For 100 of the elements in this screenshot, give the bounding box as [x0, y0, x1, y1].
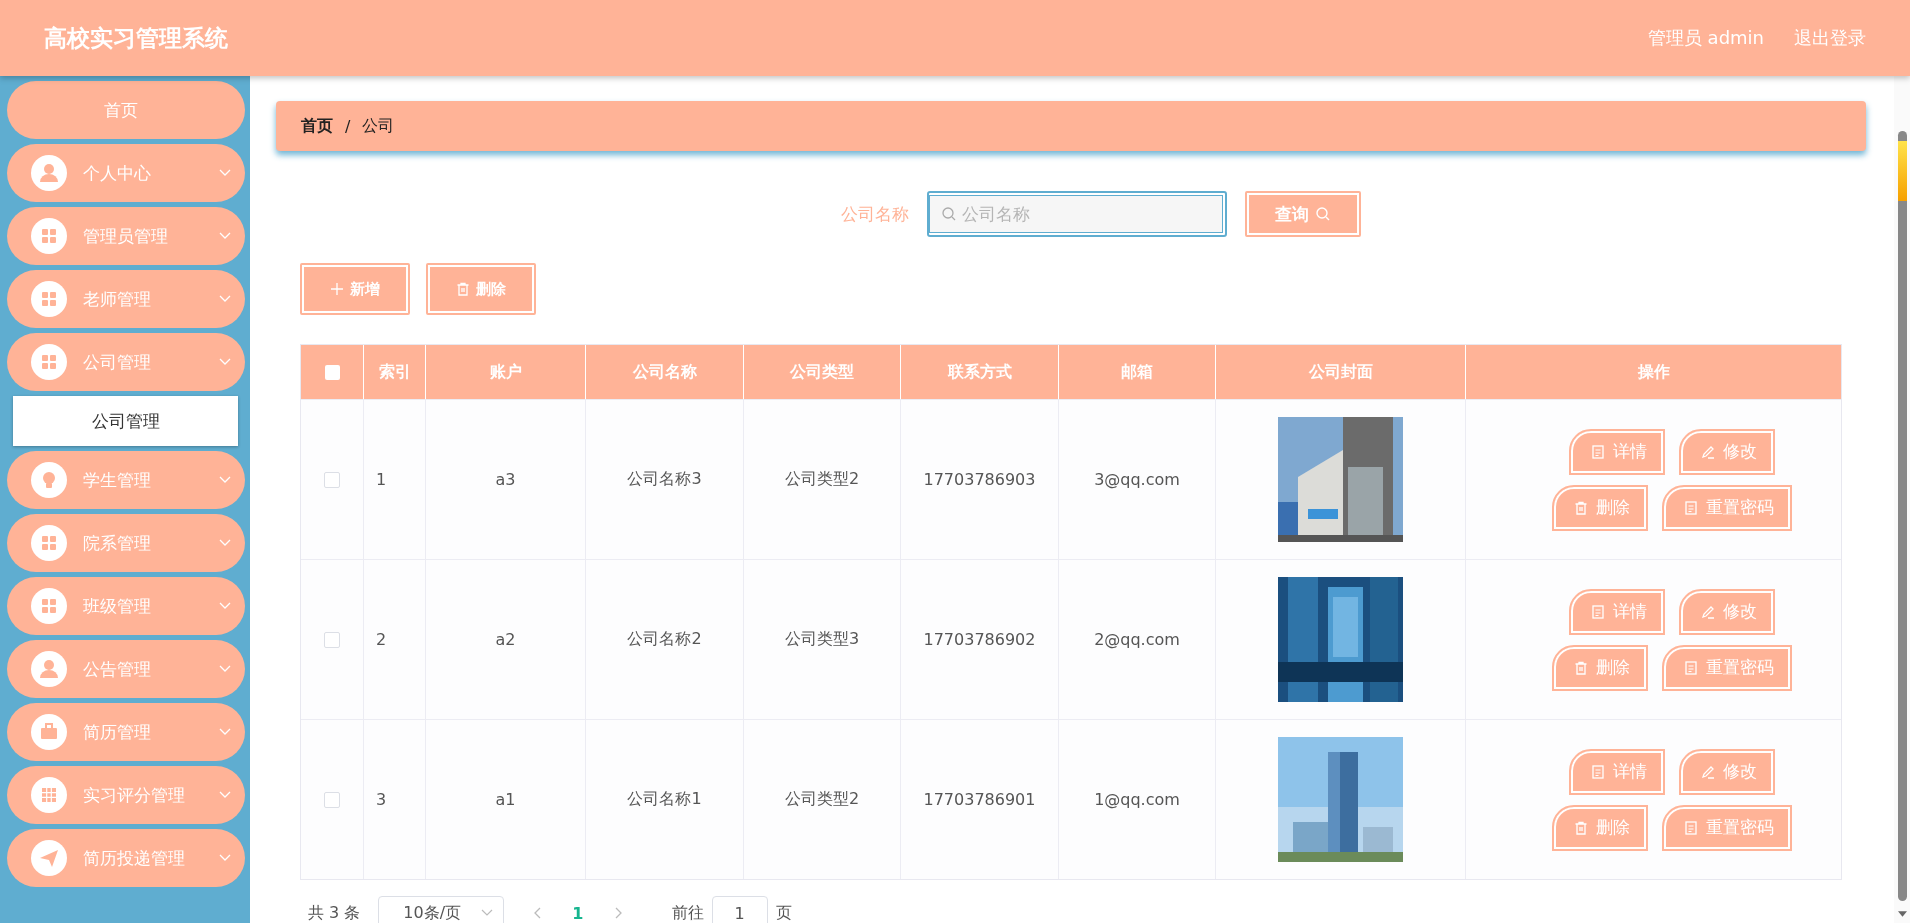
- person-icon: [31, 651, 67, 687]
- pencil-icon: [1700, 764, 1715, 779]
- table-cell: 公司名称3: [586, 400, 744, 559]
- table-cell: 17703786903: [901, 400, 1059, 559]
- breadcrumb-item[interactable]: 首页: [301, 115, 333, 137]
- sidebar-item[interactable]: 首页: [7, 81, 245, 139]
- column-header: 联系方式: [901, 345, 1059, 399]
- document-icon: [1683, 660, 1698, 675]
- grid-icon: [31, 281, 67, 317]
- trash-icon: [1573, 820, 1588, 835]
- app-title: 高校实习管理系统: [44, 23, 228, 53]
- action-button[interactable]: 删除: [1551, 804, 1648, 851]
- page-number[interactable]: 1: [572, 903, 584, 923]
- action-button[interactable]: 删除: [1551, 484, 1648, 531]
- grid-icon: [31, 588, 67, 624]
- page-size-select[interactable]: 10条/页: [378, 896, 505, 923]
- sidebar-item[interactable]: 实习评分管理: [7, 766, 245, 824]
- breadcrumb-separator: /: [345, 116, 351, 136]
- add-button[interactable]: 新增: [300, 263, 410, 315]
- table-cell: 1: [364, 400, 426, 559]
- search-label: 公司名称: [841, 202, 909, 226]
- chevron-down-icon: [219, 539, 231, 547]
- scrollbar-thumb[interactable]: [1897, 141, 1907, 201]
- table-cell: 3@qq.com: [1059, 400, 1216, 559]
- search-icon: [941, 206, 957, 222]
- grid-icon: [31, 344, 67, 380]
- table-icon: [31, 777, 67, 813]
- row-checkbox[interactable]: [324, 631, 340, 648]
- column-header: 邮箱: [1059, 345, 1216, 399]
- action-button[interactable]: 重置密码: [1661, 484, 1792, 531]
- column-header: 公司名称: [586, 345, 744, 399]
- next-page-icon[interactable]: [613, 907, 622, 919]
- goto-label: 前往: [671, 902, 704, 923]
- sidebar-item[interactable]: 班级管理: [7, 577, 245, 635]
- table-cell: 公司类型3: [744, 560, 901, 719]
- briefcase-icon: [31, 714, 67, 750]
- table-cell: 公司名称1: [586, 720, 744, 879]
- table-cell: 17703786902: [901, 560, 1059, 719]
- document-icon: [1590, 444, 1605, 459]
- sidebar-item[interactable]: 公司管理: [7, 333, 245, 391]
- row-checkbox[interactable]: [324, 471, 340, 488]
- trash-icon: [1573, 660, 1588, 675]
- total-count: 共 3 条: [308, 902, 361, 923]
- document-icon: [1683, 500, 1698, 515]
- sidebar-item[interactable]: 简历管理: [7, 703, 245, 761]
- scroll-down-arrow-icon[interactable]: [1897, 911, 1907, 917]
- chevron-down-icon: [219, 232, 231, 240]
- chevron-down-icon: [219, 665, 231, 673]
- column-header: 公司类型: [744, 345, 901, 399]
- action-button[interactable]: 详情: [1568, 428, 1665, 475]
- sidebar-item[interactable]: 老师管理: [7, 270, 245, 328]
- search-button[interactable]: 查询: [1245, 191, 1361, 237]
- chevron-down-icon: [219, 602, 231, 610]
- table-cell: 2: [364, 560, 426, 719]
- chevron-down-icon: [219, 854, 231, 862]
- document-icon: [1590, 604, 1605, 619]
- action-button[interactable]: 详情: [1568, 748, 1665, 795]
- column-header: 操作: [1636, 360, 1671, 383]
- action-button[interactable]: 修改: [1678, 428, 1775, 475]
- pencil-icon: [1700, 444, 1715, 459]
- action-button[interactable]: 详情: [1568, 588, 1665, 635]
- sidebar-subitem[interactable]: 公司管理: [13, 396, 238, 446]
- action-button[interactable]: 修改: [1678, 588, 1775, 635]
- action-button[interactable]: 修改: [1678, 748, 1775, 795]
- chevron-down-icon: [219, 358, 231, 366]
- sidebar-item[interactable]: 学生管理: [7, 451, 245, 509]
- sidebar-item[interactable]: 管理员管理: [7, 207, 245, 265]
- table-cell: 公司名称2: [586, 560, 744, 719]
- page-suffix: 页: [775, 902, 792, 923]
- previous-page-icon[interactable]: [534, 907, 543, 919]
- sidebar-item[interactable]: 院系管理: [7, 514, 245, 572]
- pencil-icon: [1700, 604, 1715, 619]
- sidebar-item[interactable]: 公告管理: [7, 640, 245, 698]
- sidebar-item[interactable]: 个人中心: [7, 144, 245, 202]
- chevron-down-icon: [219, 169, 231, 177]
- column-header: 公司封面: [1216, 345, 1466, 399]
- scrollbar[interactable]: [1894, 76, 1910, 923]
- search-field[interactable]: 公司名称: [927, 191, 1227, 237]
- row-checkbox[interactable]: [324, 791, 340, 808]
- bulb-icon: [31, 462, 67, 498]
- chevron-down-icon: [219, 295, 231, 303]
- action-button[interactable]: 重置密码: [1661, 644, 1792, 691]
- delete-button[interactable]: 删除: [426, 263, 536, 315]
- chevron-down-icon: [481, 909, 494, 917]
- send-icon: [31, 840, 67, 876]
- search-icon: [1315, 206, 1331, 222]
- goto-page-field[interactable]: 1: [711, 896, 768, 923]
- select-all-checkbox[interactable]: [324, 364, 340, 380]
- user-label: 管理员 admin: [1647, 26, 1764, 50]
- grid-icon: [31, 525, 67, 561]
- sidebar-item[interactable]: 简历投递管理: [7, 829, 245, 887]
- plus-icon: [330, 282, 344, 296]
- trash-icon: [456, 282, 470, 296]
- chevron-down-icon: [219, 476, 231, 484]
- logout-link[interactable]: 退出登录: [1794, 26, 1866, 50]
- action-button[interactable]: 重置密码: [1661, 804, 1792, 851]
- table-cell: 3: [364, 720, 426, 879]
- trash-icon: [1573, 500, 1588, 515]
- action-button[interactable]: 删除: [1551, 644, 1648, 691]
- document-icon: [1683, 820, 1698, 835]
